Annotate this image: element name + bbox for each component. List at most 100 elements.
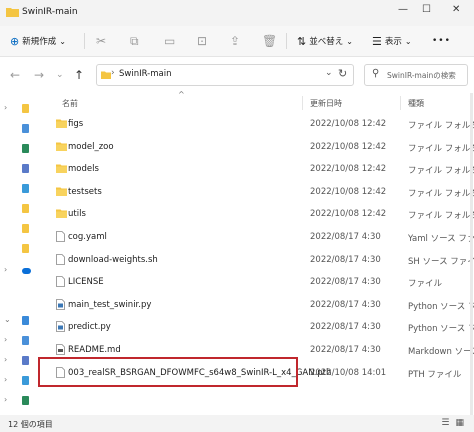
item-count: 12 個の項目 xyxy=(8,420,53,429)
nav-item-this-pc[interactable]: ⌄ xyxy=(4,315,38,327)
sort-button[interactable]: ⇅ 並べ替え ⌄ xyxy=(297,32,353,50)
nav-item[interactable] xyxy=(4,143,38,155)
nav-item[interactable] xyxy=(4,203,38,215)
status-bar: 12 個の項目 ☰ ▦ xyxy=(0,415,474,432)
copy-button[interactable]: ⧉ xyxy=(130,32,139,50)
file-date: 2022/08/17 4:30 xyxy=(310,299,381,310)
chevron-down-icon: ⌄ xyxy=(404,36,412,46)
expand-arrow-icon: › xyxy=(4,335,8,344)
up-arrow-icon[interactable]: ↑ xyxy=(74,68,84,82)
folder-icon xyxy=(6,8,19,17)
download-icon xyxy=(22,144,29,153)
breadcrumb-current[interactable]: SwinIR-main xyxy=(119,69,171,79)
column-divider[interactable] xyxy=(302,96,303,110)
file-row[interactable]: cog.yaml 2022/08/17 4:30 Yaml ソース ファイル xyxy=(46,226,474,248)
folder-icon xyxy=(56,186,67,199)
file-row[interactable]: download-weights.sh 2022/08/17 4:30 SH ソース… xyxy=(46,249,474,271)
file-type: ファイル フォルダー xyxy=(408,211,474,222)
search-box[interactable]: ⚲ SwinIR-mainの検索 xyxy=(364,64,468,86)
search-placeholder: SwinIR-mainの検索 xyxy=(387,71,456,80)
file-row[interactable]: LICENSE 2022/08/17 4:30 ファイル xyxy=(46,271,474,293)
search-icon: ⚲ xyxy=(372,68,380,79)
cloud-icon xyxy=(22,268,31,274)
toolbar-divider xyxy=(286,33,287,49)
file-name: main_test_swinir.py xyxy=(68,299,152,310)
file-type: ファイル フォルダー xyxy=(408,121,474,131)
file-type: Yaml ソース ファイル xyxy=(408,234,474,244)
address-dropdown-icon[interactable]: ⌄ xyxy=(325,68,333,78)
file-type: Python ソース ファイル xyxy=(408,301,474,312)
nav-item[interactable] xyxy=(4,243,38,255)
star-icon xyxy=(22,104,29,113)
details-view-icon[interactable]: ☰ xyxy=(441,418,449,428)
file-row[interactable]: model_zoo 2022/10/08 12:42 ファイル フォルダー xyxy=(46,136,474,158)
forward-arrow-icon[interactable]: → xyxy=(34,68,44,82)
folder-icon xyxy=(22,224,29,233)
delete-button[interactable]: 🗑 xyxy=(262,32,277,50)
sort-icon: ⇅ xyxy=(297,34,307,48)
file-row[interactable]: models 2022/10/08 12:42 ファイル フォルダー xyxy=(46,158,474,180)
recent-locations-icon[interactable]: ⌄ xyxy=(56,70,64,80)
view-button[interactable]: ☰ 表示 ⌄ xyxy=(372,32,412,50)
new-button[interactable]: ⊕ 新規作成 ⌄ xyxy=(10,32,66,50)
nav-item[interactable]: › xyxy=(4,355,38,367)
nav-item[interactable] xyxy=(4,183,38,195)
more-options-button[interactable]: ••• xyxy=(432,32,451,50)
address-bar[interactable]: › SwinIR-main ⌄ ↻ xyxy=(96,64,354,86)
expand-arrow-icon: › xyxy=(4,355,8,364)
view-icon: ☰ xyxy=(372,34,382,48)
folder-icon xyxy=(56,163,67,176)
column-name[interactable]: 名前 xyxy=(62,98,78,109)
close-button[interactable]: ✕ xyxy=(452,4,460,15)
folder-icon xyxy=(101,71,111,79)
folder-icon xyxy=(56,118,67,131)
rename-button[interactable]: ⊡ xyxy=(197,32,207,50)
maximize-button[interactable]: ☐ xyxy=(422,4,431,15)
nav-item-quick-access[interactable]: › xyxy=(4,103,38,115)
markdown-file-icon xyxy=(56,344,65,358)
scrollbar[interactable] xyxy=(470,93,473,415)
tiles-view-icon[interactable]: ▦ xyxy=(455,418,464,428)
file-row[interactable]: figs 2022/10/08 12:42 ファイル フォルダー xyxy=(46,113,474,135)
breadcrumb-chevron-icon: › xyxy=(111,68,115,78)
nav-item-onedrive[interactable]: › xyxy=(4,265,38,277)
file-type: Python ソース ファイル xyxy=(408,324,474,335)
expand-arrow-icon: ⌄ xyxy=(4,315,11,324)
column-divider[interactable] xyxy=(400,96,401,110)
window-title: SwinIR-main xyxy=(22,7,78,17)
file-name: LICENSE xyxy=(68,277,104,288)
nav-item[interactable] xyxy=(4,123,38,135)
share-icon: ⇪ xyxy=(230,34,241,48)
file-name: testsets xyxy=(68,186,102,197)
file-row[interactable]: testsets 2022/10/08 12:42 ファイル フォルダー xyxy=(46,181,474,203)
refresh-icon[interactable]: ↻ xyxy=(338,67,347,80)
paste-button[interactable]: ▭ xyxy=(164,32,175,50)
file-row[interactable]: utils 2022/10/08 12:42 ファイル フォルダー xyxy=(46,203,474,225)
python-file-icon xyxy=(56,298,65,313)
column-date[interactable]: 更新日時 xyxy=(310,98,342,109)
expand-arrow-icon: › xyxy=(4,103,8,112)
nav-item[interactable]: › xyxy=(4,375,38,387)
highlight-box xyxy=(38,357,298,387)
file-type: ファイル フォルダー xyxy=(408,188,474,199)
nav-item[interactable] xyxy=(4,223,38,235)
nav-item[interactable] xyxy=(4,163,38,175)
file-row[interactable]: predict.py 2022/08/17 4:30 Python ソース ファイル xyxy=(46,316,474,338)
file-type: SH ソース ファイル xyxy=(408,256,474,267)
cut-button[interactable]: ✂ xyxy=(96,32,106,50)
documents-icon xyxy=(22,356,29,365)
file-type: ファイル xyxy=(408,279,443,290)
file-name: figs xyxy=(68,119,84,129)
file-row[interactable]: main_test_swinir.py 2022/08/17 4:30 Python… xyxy=(46,294,474,316)
file-icon xyxy=(56,253,65,268)
column-type[interactable]: 種類 xyxy=(408,98,424,109)
nav-item[interactable]: › xyxy=(4,335,38,347)
share-button[interactable]: ⇪ xyxy=(230,32,240,50)
folder-icon xyxy=(56,141,67,154)
nav-item[interactable]: › xyxy=(4,395,38,407)
minimize-button[interactable]: — xyxy=(398,4,408,15)
file-date: 2022/08/17 4:30 xyxy=(310,232,381,242)
file-date: 2022/08/17 4:30 xyxy=(310,254,381,265)
expand-arrow-icon: › xyxy=(4,265,8,274)
back-arrow-icon[interactable]: ← xyxy=(10,68,20,82)
